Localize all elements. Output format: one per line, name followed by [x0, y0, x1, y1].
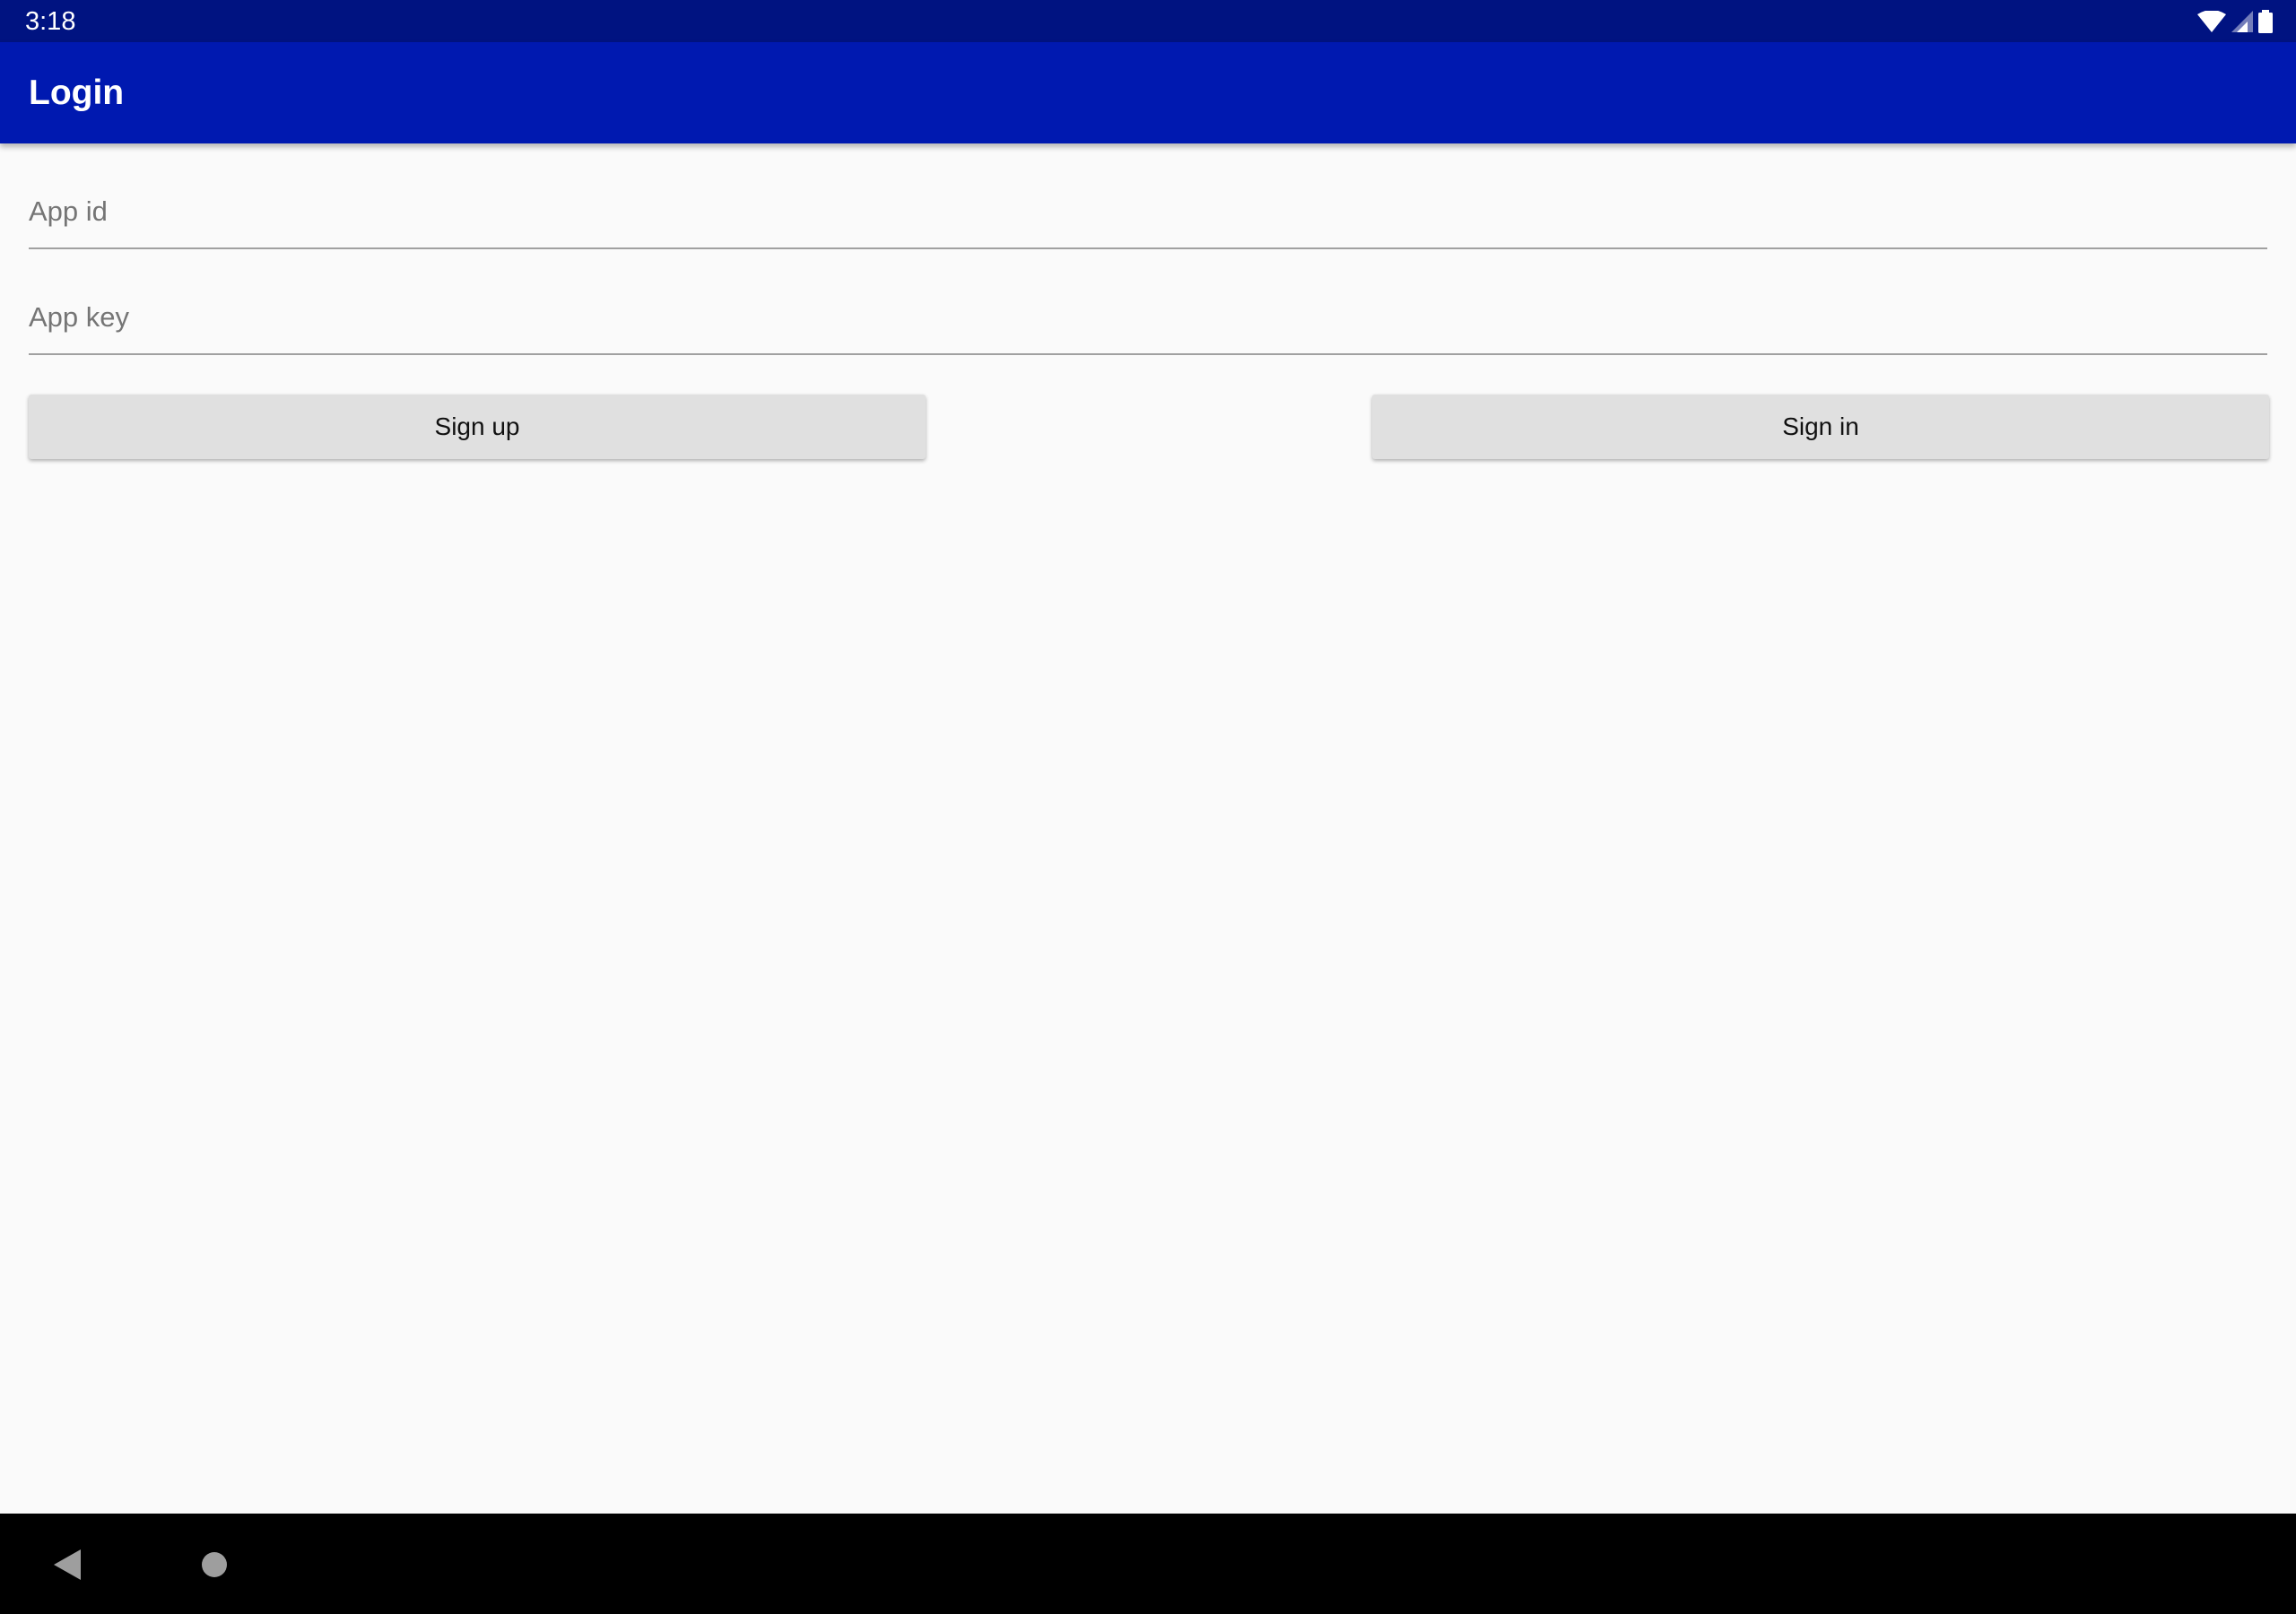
- app-key-field-container: [29, 282, 2267, 355]
- page-title: Login: [29, 74, 125, 112]
- status-icons: [2197, 9, 2273, 34]
- status-bar: 3:18: [0, 0, 2296, 42]
- status-time: 3:18: [25, 7, 76, 36]
- signal-icon: [2231, 11, 2253, 32]
- app-key-input[interactable]: [29, 282, 2267, 353]
- sign-in-button[interactable]: Sign in: [1372, 395, 2269, 459]
- app-id-input[interactable]: [29, 176, 2267, 247]
- back-icon[interactable]: [54, 1549, 83, 1580]
- battery-icon: [2258, 10, 2273, 33]
- wifi-icon: [2197, 11, 2226, 32]
- app-bar: Login: [0, 42, 2296, 143]
- home-icon[interactable]: [201, 1551, 228, 1578]
- navigation-bar: [0, 1514, 2296, 1614]
- app-id-field-container: [29, 176, 2267, 249]
- sign-up-button[interactable]: Sign up: [29, 395, 926, 459]
